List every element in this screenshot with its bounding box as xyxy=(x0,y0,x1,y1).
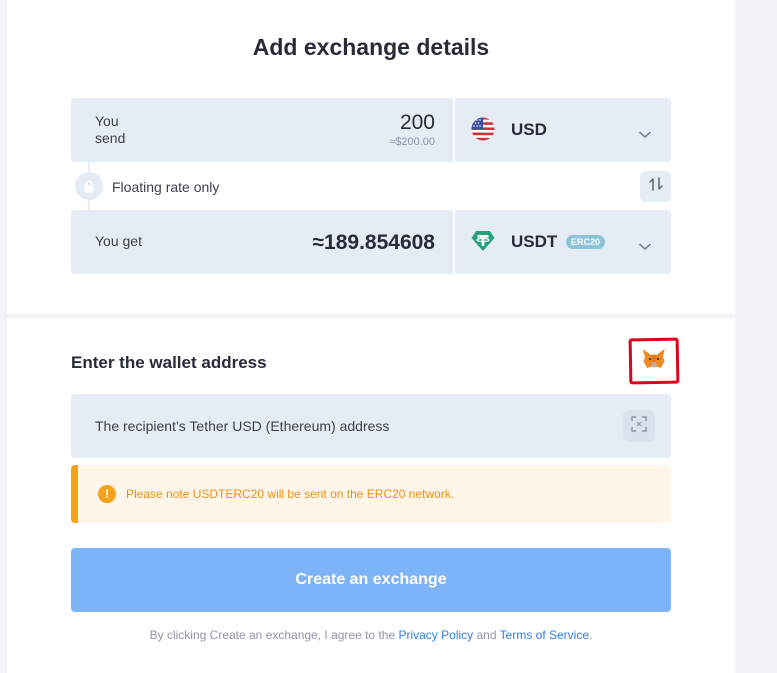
metamask-button[interactable] xyxy=(628,337,680,385)
get-currency-select[interactable]: USDT ERC20 xyxy=(455,210,671,274)
lock-icon xyxy=(75,172,103,200)
chevron-down-icon xyxy=(639,126,651,139)
floating-rate-label: Floating rate only xyxy=(112,179,220,195)
rate-row: Floating rate only xyxy=(71,160,671,212)
get-amount-field: You get ≈189.854608 xyxy=(71,210,453,274)
swap-icon xyxy=(647,176,665,197)
us-flag-icon xyxy=(471,117,495,141)
send-amount-field[interactable]: You send 200 ≈$200.00 xyxy=(71,98,453,162)
send-currency-code: USD xyxy=(511,120,547,139)
wallet-card: Enter the wallet address ! Plea xyxy=(7,318,735,673)
get-label: You get xyxy=(95,233,142,249)
get-currency-code: USDT xyxy=(511,232,558,251)
network-notice: ! Please note USDTERC20 will be sent on … xyxy=(71,465,671,523)
create-exchange-button[interactable]: Create an exchange xyxy=(71,548,671,612)
page-title: Add exchange details xyxy=(252,34,490,60)
send-currency-select[interactable]: USD xyxy=(455,98,671,162)
tether-icon xyxy=(471,230,495,254)
get-row: You get ≈189.854608 USDT ERC20 xyxy=(71,210,671,274)
send-amount-approx: ≈$200.00 xyxy=(389,136,435,148)
network-badge: ERC20 xyxy=(566,235,606,249)
send-amount-value[interactable]: 200 xyxy=(400,111,435,135)
wallet-address-input[interactable] xyxy=(71,394,611,458)
warning-icon: ! xyxy=(98,485,116,503)
wallet-address-field xyxy=(71,394,671,458)
swap-button[interactable] xyxy=(640,171,671,202)
wallet-section-title: Enter the wallet address xyxy=(71,353,267,372)
metamask-fox-icon xyxy=(642,347,666,374)
notice-accent-bar xyxy=(71,465,78,523)
terms-suffix: . xyxy=(589,628,593,642)
terms-prefix: By clicking Create an exchange, I agree … xyxy=(149,628,396,642)
privacy-policy-link[interactable]: Privacy Policy xyxy=(398,628,473,642)
qr-scan-button[interactable] xyxy=(623,410,655,442)
notice-text: Please note USDTERC20 will be sent on th… xyxy=(126,487,455,501)
send-label-line1: You xyxy=(95,113,119,129)
get-amount-value: ≈189.854608 xyxy=(312,231,435,254)
send-row: You send 200 ≈$200.00 USD xyxy=(71,98,671,162)
send-label: You send xyxy=(95,113,125,147)
qr-scan-icon xyxy=(631,415,647,437)
exchange-details-card: Add exchange details You send 200 ≈$200.… xyxy=(7,0,735,314)
terms-of-service-link[interactable]: Terms of Service xyxy=(500,628,589,642)
terms-text: By clicking Create an exchange, I agree … xyxy=(7,628,735,642)
chevron-down-icon xyxy=(639,238,651,251)
terms-and: and xyxy=(476,628,497,642)
send-label-line2: send xyxy=(95,130,126,146)
